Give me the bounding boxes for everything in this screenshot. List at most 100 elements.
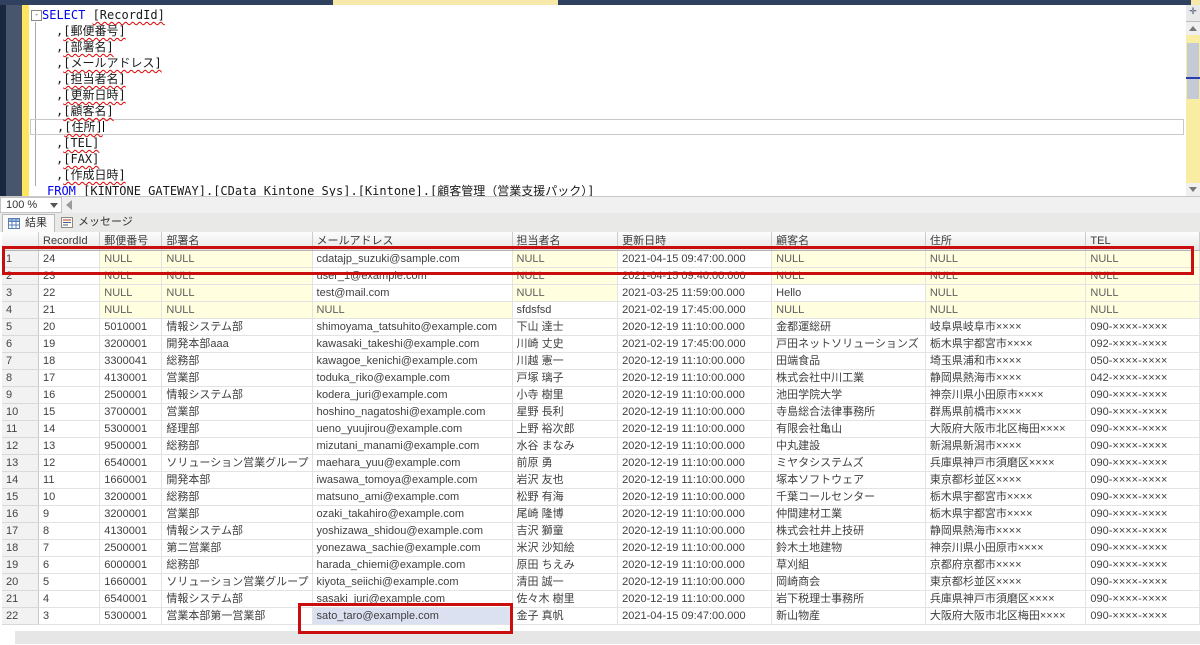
grid-cell[interactable]: 090-××××-××××: [1086, 386, 1200, 403]
grid-cell[interactable]: 9: [39, 505, 100, 522]
grid-cell[interactable]: test@mail.com: [312, 284, 512, 301]
grid-column-header[interactable]: TEL: [1086, 232, 1200, 250]
grid-cell[interactable]: 寺島総合法律事務所: [772, 403, 926, 420]
grid-cell[interactable]: maehara_yuu@example.com: [312, 454, 512, 471]
grid-cell[interactable]: NULL: [1086, 284, 1200, 301]
grid-cell[interactable]: 6: [39, 556, 100, 573]
zoom-level-dropdown[interactable]: 100 %: [0, 197, 62, 213]
grid-cell[interactable]: Hello: [772, 284, 926, 301]
grid-cell[interactable]: 5: [39, 573, 100, 590]
sql-code-lines[interactable]: SELECT [RecordId],[郵便番号],[部署名],[メールアドレス]…: [30, 7, 1184, 199]
tab-results[interactable]: 結果: [2, 214, 55, 232]
grid-cell[interactable]: 東京都杉並区××××: [925, 471, 1086, 488]
grid-cell[interactable]: NULL: [162, 284, 312, 301]
grid-cell[interactable]: 情報システム部: [162, 318, 312, 335]
grid-cell[interactable]: 大阪府大阪市北区梅田××××: [925, 607, 1086, 624]
grid-cell[interactable]: 22: [39, 284, 100, 301]
grid-cell[interactable]: 2020-12-19 11:10:00.000: [618, 454, 772, 471]
grid-cell[interactable]: 神奈川県小田原市××××: [925, 386, 1086, 403]
grid-cell[interactable]: 2020-12-19 11:10:00.000: [618, 318, 772, 335]
splitter-handle-icon[interactable]: ✛: [1186, 5, 1200, 22]
grid-cell[interactable]: 米沢 沙知絵: [512, 539, 618, 556]
grid-cell[interactable]: user_1@example.com: [312, 267, 512, 284]
sql-line[interactable]: ,[メールアドレス]: [30, 55, 1184, 71]
grid-cell[interactable]: 20: [39, 318, 100, 335]
grid-column-header[interactable]: 顧客名: [772, 232, 926, 250]
grid-cell[interactable]: 042-××××-××××: [1086, 369, 1200, 386]
grid-cell[interactable]: 3300041: [100, 352, 162, 369]
grid-cell[interactable]: 090-××××-××××: [1086, 420, 1200, 437]
grid-cell[interactable]: 星野 長利: [512, 403, 618, 420]
grid-cell[interactable]: 090-××××-××××: [1086, 318, 1200, 335]
grid-cell[interactable]: NULL: [100, 284, 162, 301]
grid-cell[interactable]: 鈴木土地建物: [772, 539, 926, 556]
grid-cell[interactable]: 3: [39, 607, 100, 624]
grid-cell[interactable]: 栃木県宇都宮市××××: [925, 335, 1086, 352]
grid-cell[interactable]: NULL: [772, 301, 926, 318]
sql-line[interactable]: ,[担当者名]: [30, 71, 1184, 87]
grid-cell[interactable]: 9500001: [100, 437, 162, 454]
grid-cell[interactable]: 2020-12-19 11:10:00.000: [618, 590, 772, 607]
grid-cell[interactable]: 090-××××-××××: [1086, 590, 1200, 607]
grid-cell[interactable]: 経理部: [162, 420, 312, 437]
grid-cell[interactable]: 090-××××-××××: [1086, 488, 1200, 505]
grid-hscroll-area[interactable]: [15, 631, 1200, 644]
grid-cell[interactable]: 総務部: [162, 437, 312, 454]
grid-cell[interactable]: 090-××××-××××: [1086, 607, 1200, 624]
grid-cell[interactable]: 11: [39, 471, 100, 488]
grid-cell[interactable]: 兵庫県神戸市須磨区××××: [925, 454, 1086, 471]
grid-cell[interactable]: kawasaki_takeshi@example.com: [312, 335, 512, 352]
grid-cell[interactable]: iwasawa_tomoya@example.com: [312, 471, 512, 488]
grid-cell[interactable]: NULL: [100, 250, 162, 267]
grid-cell[interactable]: NULL: [162, 250, 312, 267]
grid-cell[interactable]: 2020-12-19 11:10:00.000: [618, 403, 772, 420]
grid-cell[interactable]: 5010001: [100, 318, 162, 335]
grid-cell[interactable]: 21: [39, 301, 100, 318]
grid-cell[interactable]: 090-××××-××××: [1086, 522, 1200, 539]
grid-cell[interactable]: yonezawa_sachie@example.com: [312, 539, 512, 556]
grid-cell[interactable]: 5300001: [100, 607, 162, 624]
grid-cell[interactable]: 佐々木 樹里: [512, 590, 618, 607]
grid-row-header[interactable]: 15: [2, 488, 39, 505]
grid-cell[interactable]: 千葉コールセンター: [772, 488, 926, 505]
grid-cell[interactable]: 川越 憲一: [512, 352, 618, 369]
grid-cell[interactable]: 15: [39, 403, 100, 420]
grid-cell[interactable]: 塚本ソフトウェア: [772, 471, 926, 488]
grid-cell[interactable]: 中丸建設: [772, 437, 926, 454]
grid-cell[interactable]: 静岡県熱海市××××: [925, 522, 1086, 539]
scroll-up-arrow-icon[interactable]: [1186, 22, 1200, 35]
grid-cell[interactable]: 090-××××-××××: [1086, 573, 1200, 590]
grid-cell[interactable]: 清田 誠一: [512, 573, 618, 590]
grid-row-header[interactable]: 11: [2, 420, 39, 437]
sql-line[interactable]: ,[顧客名]: [30, 103, 1184, 119]
grid-row-header[interactable]: 12: [2, 437, 39, 454]
grid-cell[interactable]: sfdsfsd: [512, 301, 618, 318]
grid-cell[interactable]: 情報システム部: [162, 386, 312, 403]
grid-cell[interactable]: 田端食品: [772, 352, 926, 369]
grid-row-header[interactable]: 8: [2, 369, 39, 386]
grid-cell[interactable]: 吉沢 獅童: [512, 522, 618, 539]
grid-cell[interactable]: ueno_yuujirou@example.com: [312, 420, 512, 437]
grid-cell[interactable]: 3700001: [100, 403, 162, 420]
grid-column-header[interactable]: 部署名: [162, 232, 312, 250]
grid-cell[interactable]: 営業本部第一営業部: [162, 607, 312, 624]
grid-cell[interactable]: 川崎 丈史: [512, 335, 618, 352]
grid-cell[interactable]: 4130001: [100, 522, 162, 539]
grid-cell[interactable]: 1660001: [100, 471, 162, 488]
grid-row-header[interactable]: 5: [2, 318, 39, 335]
grid-cell[interactable]: 17: [39, 369, 100, 386]
grid-column-header[interactable]: 住所: [925, 232, 1086, 250]
grid-cell[interactable]: 2021-04-15 09:40:00.000: [618, 267, 772, 284]
grid-cell[interactable]: 7: [39, 539, 100, 556]
scrollbar-thumb[interactable]: [1187, 43, 1199, 99]
grid-cell[interactable]: 金都運総研: [772, 318, 926, 335]
sql-line[interactable]: ,[作成日時]: [30, 167, 1184, 183]
grid-cell[interactable]: 水谷 まなみ: [512, 437, 618, 454]
grid-cell[interactable]: 松野 有海: [512, 488, 618, 505]
grid-cell[interactable]: 岡崎商会: [772, 573, 926, 590]
grid-row-header[interactable]: 6: [2, 335, 39, 352]
grid-cell[interactable]: 2021-02-19 17:45:00.000: [618, 301, 772, 318]
grid-column-header[interactable]: RecordId: [39, 232, 100, 250]
grid-cell[interactable]: 草刈組: [772, 556, 926, 573]
sql-line[interactable]: ,[更新日時]: [30, 87, 1184, 103]
